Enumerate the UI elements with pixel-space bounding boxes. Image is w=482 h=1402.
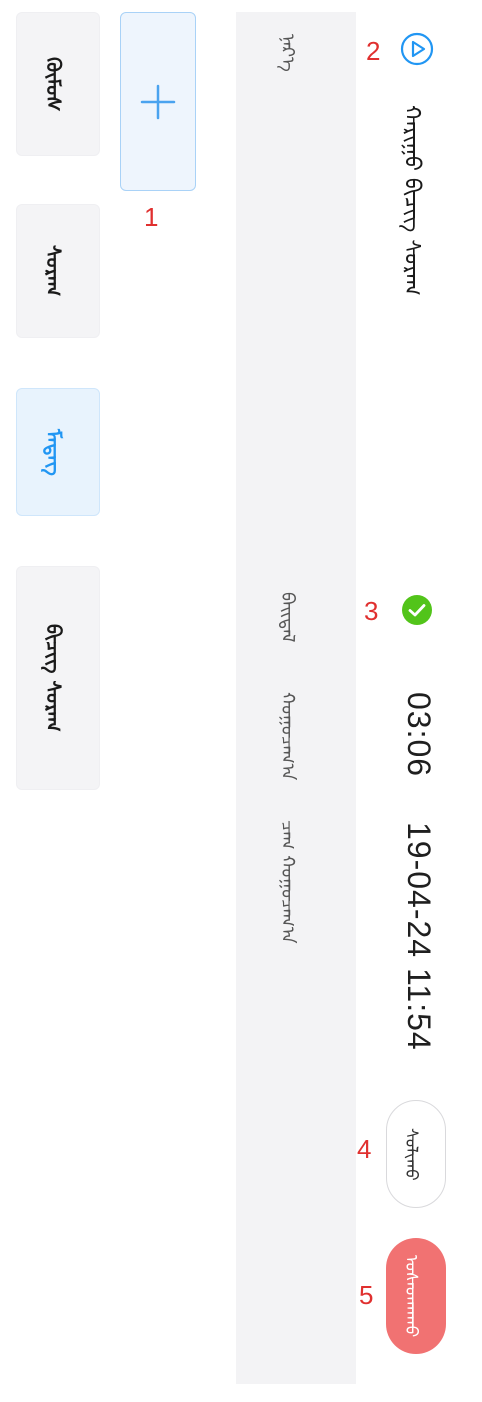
secondary-action-button[interactable]: ᠰᠤᠯᠢᠬᠤ bbox=[386, 1100, 446, 1208]
annotation-marker-2: 2 bbox=[366, 36, 381, 66]
annotation-marker-3: 3 bbox=[364, 596, 379, 626]
category-button-2[interactable]: ᠰᠤᠷᠠᠭ bbox=[16, 204, 100, 338]
panel-top-label: ᠨᠡᠷ᠎ᠡ bbox=[277, 34, 298, 72]
item-datetime: 19-04-24 11:54 bbox=[401, 822, 437, 1051]
secondary-action-label: ᠰᠤᠯᠢᠬᠤ bbox=[401, 1127, 421, 1181]
category-button-1[interactable]: ᠬᠦᠮᠦᠰ bbox=[16, 12, 100, 156]
annotation-marker-4: 4 bbox=[357, 1134, 372, 1164]
panel-status-label: ᠪᠠᠢᠳᠠᠯ bbox=[277, 592, 298, 643]
category-label: ᠮᠡᠳᠡᠭ bbox=[41, 428, 66, 476]
check-circle-icon bbox=[402, 595, 432, 625]
item-title: ᠬᠠᠷᠢᠭᠤ ᠪᠢᠴᠢᠭ ᠰᠤᠷᠠᠭ bbox=[399, 105, 424, 296]
plus-icon bbox=[140, 84, 176, 119]
item-duration: 03:06 bbox=[401, 692, 437, 778]
category-button-4[interactable]: ᠪᠢᠴᠢᠭ ᠰᠤᠷᠠᠭ bbox=[16, 566, 100, 790]
category-button-3-active[interactable]: ᠮᠡᠳᠡᠭ bbox=[16, 388, 100, 516]
category-label: ᠬᠦᠮᠦᠰ bbox=[41, 56, 66, 112]
annotation-marker-5: 5 bbox=[359, 1280, 374, 1310]
play-circle-icon[interactable] bbox=[400, 32, 434, 66]
app-screen: ᠬᠦᠮᠦᠰ ᠰᠤᠷᠠᠭ ᠮᠡᠳᠡᠭ ᠪᠢᠴᠢᠭ ᠰᠤᠷᠠᠭ 1 2 3 4 5 … bbox=[0, 0, 482, 1402]
panel-time-label: ᠴᠠᠭ ᠬᠤᠭᠤᠴᠠᠭ᠎ᠠ bbox=[277, 820, 298, 944]
category-label: ᠪᠢᠴᠢᠭ ᠰᠤᠷᠠᠭ bbox=[41, 624, 66, 732]
annotation-marker-1: 1 bbox=[144, 202, 159, 232]
panel-duration-label: ᠬᠤᠭᠤᠴᠠᠭ᠎ᠠ bbox=[277, 692, 298, 781]
category-label: ᠰᠤᠷᠠᠭ bbox=[41, 245, 66, 297]
item-detail-panel: ᠨᠡᠷ᠎ᠡ ᠪᠠᠢᠳᠠᠯ ᠬᠤᠭᠤᠴᠠᠭ᠎ᠠ ᠴᠠᠭ ᠬᠤᠭᠤᠴᠠᠭ᠎ᠠ bbox=[236, 12, 356, 1384]
delete-button[interactable]: ᠤᠰᠠᠳᠬᠠᠬᠤ bbox=[386, 1238, 446, 1354]
add-item-button[interactable] bbox=[120, 12, 196, 191]
delete-button-label: ᠤᠰᠠᠳᠬᠠᠬᠤ bbox=[401, 1254, 421, 1338]
